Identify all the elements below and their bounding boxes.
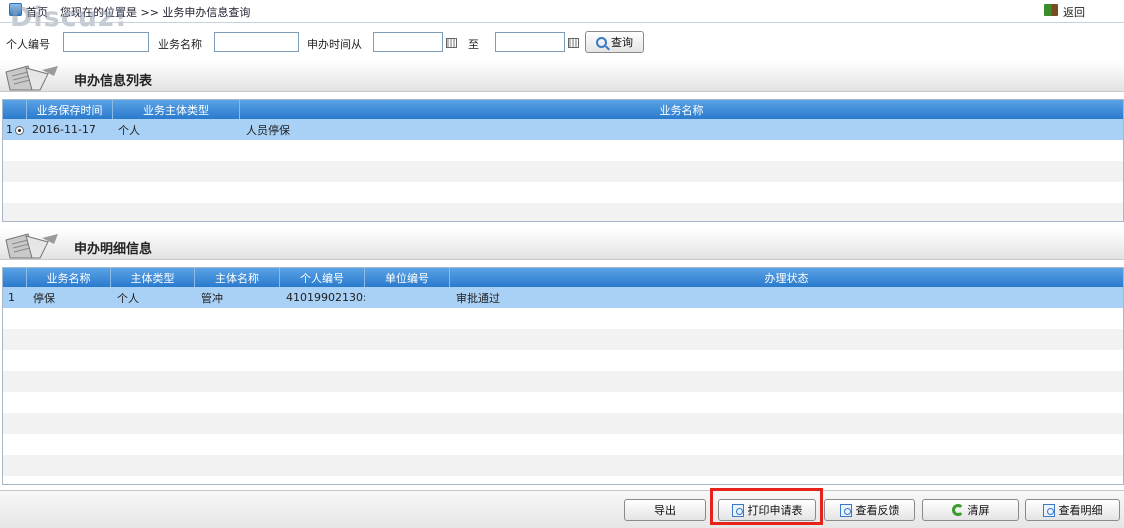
column-header[interactable]: 办理状态 (450, 268, 1123, 287)
column-header[interactable]: 单位编号 (365, 268, 450, 287)
column-header[interactable]: 业务名称 (240, 100, 1123, 119)
clear-screen-button[interactable]: 清屏 (922, 499, 1019, 521)
table-row (3, 140, 1123, 161)
refresh-arrow-icon (951, 504, 964, 516)
business-name-label: 业务名称 (158, 38, 202, 51)
folder-icon (5, 65, 58, 91)
table-row (3, 455, 1123, 476)
calendar-icon[interactable] (568, 38, 579, 48)
highlight-box (710, 488, 823, 525)
column-header[interactable]: 业务保存时间 (27, 100, 113, 119)
person-id-label: 个人编号 (6, 38, 50, 51)
time-to-input[interactable] (495, 32, 565, 52)
table-header: 业务保存时间 业务主体类型 业务名称 (3, 99, 1123, 119)
person-id-input[interactable] (63, 32, 149, 52)
table-row (3, 182, 1123, 203)
query-button[interactable]: 查询 (585, 31, 644, 53)
table-row (3, 308, 1123, 329)
business-name-cell: 停保 (33, 291, 55, 305)
list-section-header: 申办信息列表 (0, 62, 1124, 92)
status-cell: 审批通过 (456, 291, 500, 305)
export-button[interactable]: 导出 (624, 499, 706, 521)
subject-name-cell: 管冲 (201, 291, 223, 305)
search-icon (596, 36, 607, 48)
table-row (3, 434, 1123, 455)
time-from-input[interactable] (373, 32, 443, 52)
table-row (3, 392, 1123, 413)
search-form: 个人编号 业务名称 申办时间从 至 查询 (0, 22, 1124, 58)
table-row (3, 161, 1123, 182)
column-header[interactable]: 主体类型 (111, 268, 195, 287)
column-header[interactable]: 主体名称 (195, 268, 280, 287)
section-title: 申办明细信息 (74, 242, 153, 257)
folder-icon (5, 233, 58, 259)
back-icon[interactable] (1044, 4, 1058, 16)
view-detail-button[interactable]: 查看明细 (1025, 499, 1120, 521)
detail-section-header: 申办明细信息 (0, 230, 1124, 260)
feedback-button-label: 查看反馈 (855, 504, 900, 517)
detail-button-label: 查看明细 (1058, 504, 1103, 517)
row-index: 1 (3, 123, 27, 136)
column-header (3, 268, 27, 287)
column-header (3, 100, 27, 119)
table-row[interactable]: 1 2016-11-17 个人 人员停保 (3, 119, 1123, 140)
table-row (3, 329, 1123, 350)
export-button-label: 导出 (654, 504, 676, 517)
top-bar: 首页 您现在的位置是 >> 业务申办信息查询 Discuz! 返回 (0, 0, 1124, 32)
subject-type-cell: 个人 (118, 123, 140, 137)
column-header[interactable]: 个人编号 (280, 268, 365, 287)
time-to-label: 至 (468, 38, 479, 51)
detail-grid: 业务名称 主体类型 主体名称 个人编号 单位编号 办理状态 1 停保 个人 管冲… (2, 267, 1124, 485)
row-number: 1 (6, 123, 13, 136)
view-feedback-button[interactable]: 查看反馈 (824, 499, 915, 521)
table-header: 业务名称 主体类型 主体名称 个人编号 单位编号 办理状态 (3, 267, 1123, 287)
row-radio[interactable] (15, 125, 24, 135)
table-row (3, 371, 1123, 392)
table-row[interactable]: 1 停保 个人 管冲 41019902130: 审批通过 (3, 287, 1123, 308)
calendar-icon[interactable] (446, 38, 457, 48)
section-title: 申办信息列表 (74, 74, 153, 89)
column-header[interactable]: 业务主体类型 (113, 100, 240, 119)
document-search-icon (1042, 503, 1055, 517)
bottom-toolbar: 导出 打印申请表 查看反馈 清屏 查看明细 (0, 490, 1124, 528)
document-search-icon (839, 503, 852, 517)
column-header[interactable]: 业务名称 (27, 268, 111, 287)
time-from-label: 申办时间从 (307, 38, 362, 51)
back-link[interactable]: 返回 (1063, 4, 1085, 20)
person-id-cell: 41019902130: (286, 291, 365, 304)
row-number: 1 (8, 291, 15, 304)
query-button-label: 查询 (611, 36, 633, 49)
table-row (3, 203, 1123, 221)
clear-button-label: 清屏 (967, 504, 990, 517)
subject-type-cell: 个人 (117, 291, 139, 305)
business-name-input[interactable] (214, 32, 299, 52)
save-time-cell: 2016-11-17 (32, 123, 96, 136)
business-name-cell: 人员停保 (246, 123, 290, 137)
list-grid: 业务保存时间 业务主体类型 业务名称 1 2016-11-17 个人 人员停保 (2, 99, 1124, 222)
table-row (3, 413, 1123, 434)
table-row (3, 350, 1123, 371)
